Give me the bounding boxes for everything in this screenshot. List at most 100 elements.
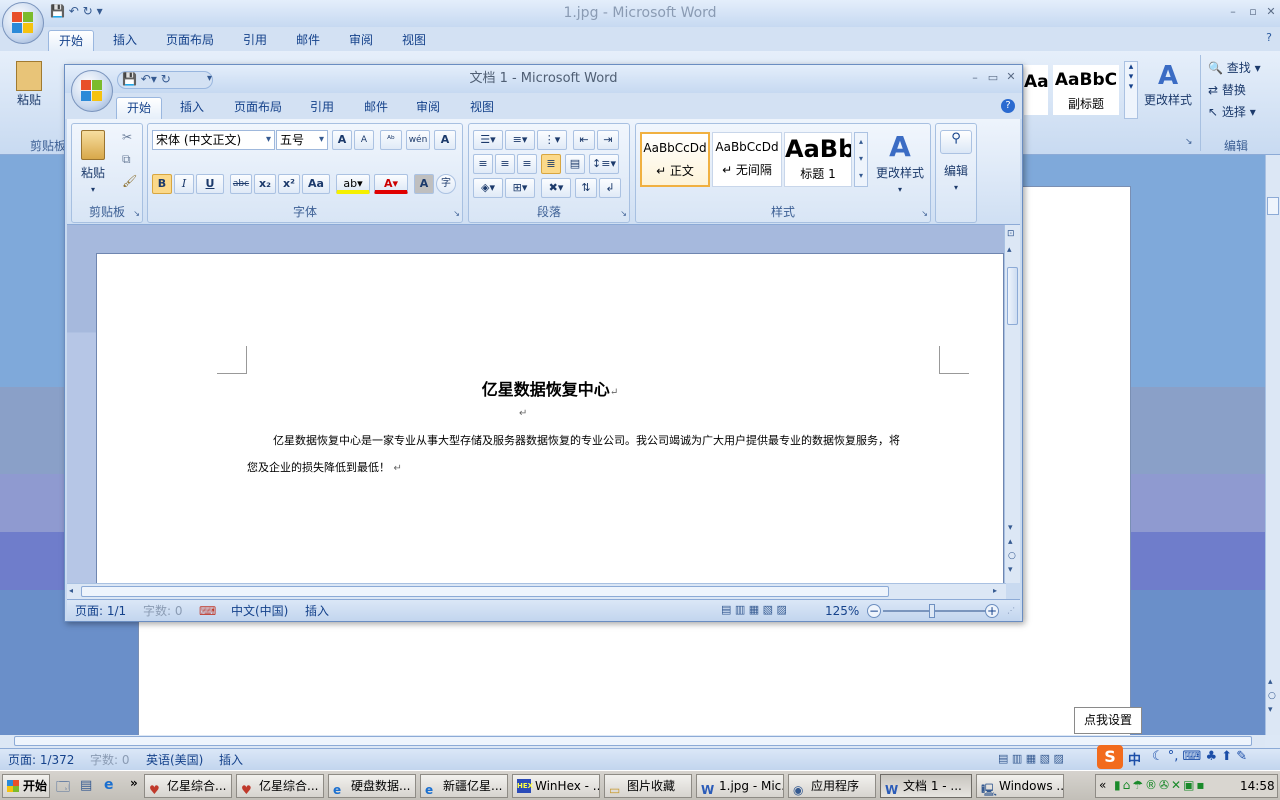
- ime-toolbar-icons[interactable]: ☾ °, ⌨ ♣ ⬆ ✎: [1152, 749, 1277, 764]
- task-pictures[interactable]: ▭ 图片收藏: [604, 774, 692, 798]
- bullets-button[interactable]: ☰▾: [473, 130, 503, 150]
- enclose-char-button[interactable]: 字: [436, 174, 456, 194]
- fw-tab-review[interactable]: 审阅: [407, 97, 449, 118]
- bg-replace-button[interactable]: ⇄ 替换: [1208, 81, 1246, 98]
- ruler-toggle-icon[interactable]: ⊡: [1007, 229, 1015, 239]
- styles-gallery-scroll[interactable]: ▴ ▾ ▾: [854, 132, 868, 187]
- fw-vertical-scrollbar[interactable]: ⊡ ▴ ▾ ▴ ○ ▾: [1004, 225, 1020, 583]
- bg-status-language[interactable]: 英语(美国): [146, 752, 203, 768]
- bg-style-card-subtitle[interactable]: AaBbC 副标题: [1053, 65, 1119, 115]
- fw-status-page[interactable]: 页面: 1/1: [75, 603, 126, 619]
- fw-tab-mailings[interactable]: 邮件: [355, 97, 397, 118]
- bg-find-button[interactable]: 🔍 查找 ▾: [1208, 59, 1261, 76]
- bg-undo-icon[interactable]: ↶: [69, 4, 79, 18]
- fw-status-words[interactable]: 字数: 0: [143, 603, 183, 619]
- task-1jpg-word[interactable]: W 1.jpg - Mic...: [696, 774, 784, 798]
- document-page[interactable]: 亿星数据恢复中心↵ ↵ 亿星数据恢复中心是一家专业从事大型存储及服务器数据恢复的…: [96, 253, 1004, 585]
- fw-view-buttons[interactable]: ▤ ▥ ▦ ▧ ▨: [721, 603, 815, 619]
- align-center-icon[interactable]: ≡: [495, 154, 515, 174]
- body-line-1[interactable]: 亿星数据恢复中心是一家专业从事大型存储及服务器数据恢复的专业公司。我公司竭诚为广…: [273, 432, 973, 448]
- task-winhex[interactable]: HEX WinHex - ...: [512, 774, 600, 798]
- find-binoculars-icon[interactable]: ⚲: [940, 130, 972, 154]
- fw-undo-icon[interactable]: ↶▾: [141, 72, 157, 86]
- highlight-button[interactable]: ab▾: [336, 174, 370, 194]
- bg-tab-view[interactable]: 视图: [393, 30, 435, 51]
- style-no-spacing[interactable]: AaBbCcDd ↵ 无间隔: [712, 132, 782, 187]
- shading-button[interactable]: ◈▾: [473, 178, 503, 198]
- fw-status-language[interactable]: 中文(中国): [231, 603, 288, 619]
- bg-tab-layout[interactable]: 页面布局: [158, 30, 222, 51]
- fw-vscroll-thumb[interactable]: [1007, 267, 1018, 325]
- bg-status-words[interactable]: 字数: 0: [90, 752, 130, 768]
- bg-tab-mailings[interactable]: 邮件: [287, 30, 329, 51]
- bg-paste-button[interactable]: 粘贴: [12, 61, 46, 121]
- change-styles-button[interactable]: A 更改样式 ▾: [872, 130, 928, 200]
- fw-office-button[interactable]: [71, 70, 113, 112]
- bg-select-button[interactable]: ↖ 选择 ▾: [1208, 103, 1256, 120]
- zoom-level[interactable]: 125%: [825, 603, 859, 619]
- bg-horizontal-scrollbar[interactable]: [0, 735, 1265, 748]
- line-spacing-button[interactable]: ↕≡▾: [589, 154, 619, 174]
- shrink-font-button[interactable]: A: [354, 130, 374, 150]
- vscroll-up-icon[interactable]: ▴: [1007, 245, 1012, 255]
- font-name-combo[interactable]: 宋体 (中文正文): [152, 130, 275, 150]
- bg-browse-buttons[interactable]: ▴ ○ ▾: [1268, 675, 1276, 717]
- numbering-button[interactable]: ≡▾: [505, 130, 535, 150]
- copy-icon[interactable]: ⧉: [122, 152, 131, 167]
- bg-status-page[interactable]: 页面: 1/372: [8, 752, 74, 768]
- task-windows[interactable]: 🖳 Windows ...: [976, 774, 1064, 798]
- fw-status-mode[interactable]: 插入: [305, 603, 329, 619]
- char-shading-button[interactable]: A: [414, 174, 434, 194]
- style-heading-1[interactable]: AaBb 标题 1: [784, 132, 852, 187]
- bg-vertical-scrollbar[interactable]: ▴ ○ ▾: [1265, 155, 1280, 735]
- paragraph-launcher-icon[interactable]: ↘: [620, 209, 627, 218]
- clipboard-launcher-icon[interactable]: ↘: [133, 209, 140, 218]
- zoom-in-icon[interactable]: +: [985, 604, 999, 618]
- hscroll-right-icon[interactable]: ▸: [993, 586, 997, 595]
- show-marks-icon[interactable]: ↲: [599, 178, 621, 198]
- quicklaunch-browser-icon[interactable]: e: [104, 777, 114, 793]
- start-button[interactable]: 开始: [2, 774, 50, 798]
- bg-help-icon[interactable]: ?: [1262, 32, 1276, 44]
- fw-hscroll-thumb[interactable]: [81, 586, 889, 597]
- bg-tab-home[interactable]: 开始: [48, 30, 94, 51]
- decrease-indent-icon[interactable]: ⇤: [573, 130, 595, 150]
- fw-tab-home[interactable]: 开始: [116, 97, 162, 119]
- zoom-slider-track[interactable]: [883, 610, 989, 612]
- bg-tab-insert[interactable]: 插入: [104, 30, 146, 51]
- tray-icons[interactable]: ▮⌂☂®✇✕▣▪: [1114, 778, 1207, 792]
- borders-button[interactable]: ⊞▾: [505, 178, 535, 198]
- bg-restore-icon[interactable]: ▫: [1246, 6, 1260, 18]
- fw-minimize-icon[interactable]: –: [968, 72, 982, 84]
- body-line-2[interactable]: 您及企业的损失降低到最低！ ↵: [247, 459, 402, 475]
- bg-style-card-partial[interactable]: AaBbC: [1024, 65, 1048, 115]
- sort-icon[interactable]: ⇅: [575, 178, 597, 198]
- cut-icon[interactable]: ✂: [122, 130, 132, 144]
- task-yixing-1[interactable]: ♥ 亿星综合...: [144, 774, 232, 798]
- subscript-button[interactable]: x₂: [254, 174, 276, 194]
- fw-tab-references[interactable]: 引用: [301, 97, 343, 118]
- fw-close-icon[interactable]: ✕: [1004, 71, 1018, 83]
- fw-browse-buttons[interactable]: ▾ ▴ ○ ▾: [1008, 521, 1016, 577]
- increase-indent-icon[interactable]: ⇥: [597, 130, 619, 150]
- bg-office-button[interactable]: [2, 2, 44, 44]
- resize-grip-icon[interactable]: ⋰: [1007, 606, 1015, 615]
- fw-tab-view[interactable]: 视图: [461, 97, 503, 118]
- fw-restore-icon[interactable]: ▭: [986, 72, 1000, 84]
- font-launcher-icon[interactable]: ↘: [453, 209, 460, 218]
- superscript-button[interactable]: x²: [278, 174, 300, 194]
- bg-hscroll-thumb[interactable]: [14, 736, 1252, 746]
- tray-expand-icon[interactable]: «: [1099, 778, 1106, 792]
- task-disk-data[interactable]: e 硬盘数据...: [328, 774, 416, 798]
- italic-button[interactable]: I: [174, 174, 194, 194]
- zoom-slider-thumb[interactable]: [929, 604, 935, 618]
- paste-button[interactable]: 粘贴 ▾: [76, 128, 110, 194]
- quicklaunch-more-icon[interactable]: »: [130, 776, 138, 790]
- styles-launcher-icon[interactable]: ↘: [921, 209, 928, 218]
- fw-save-icon[interactable]: 💾: [122, 72, 137, 86]
- zoom-out-icon[interactable]: −: [867, 604, 881, 618]
- chinese-layout-button[interactable]: ✖▾: [541, 178, 571, 198]
- bg-styles-scroll[interactable]: ▴ ▾ ▾: [1124, 61, 1138, 119]
- bg-view-buttons[interactable]: ▤ ▥ ▦ ▧ ▨: [998, 752, 1093, 768]
- clock[interactable]: 14:58: [1240, 779, 1275, 793]
